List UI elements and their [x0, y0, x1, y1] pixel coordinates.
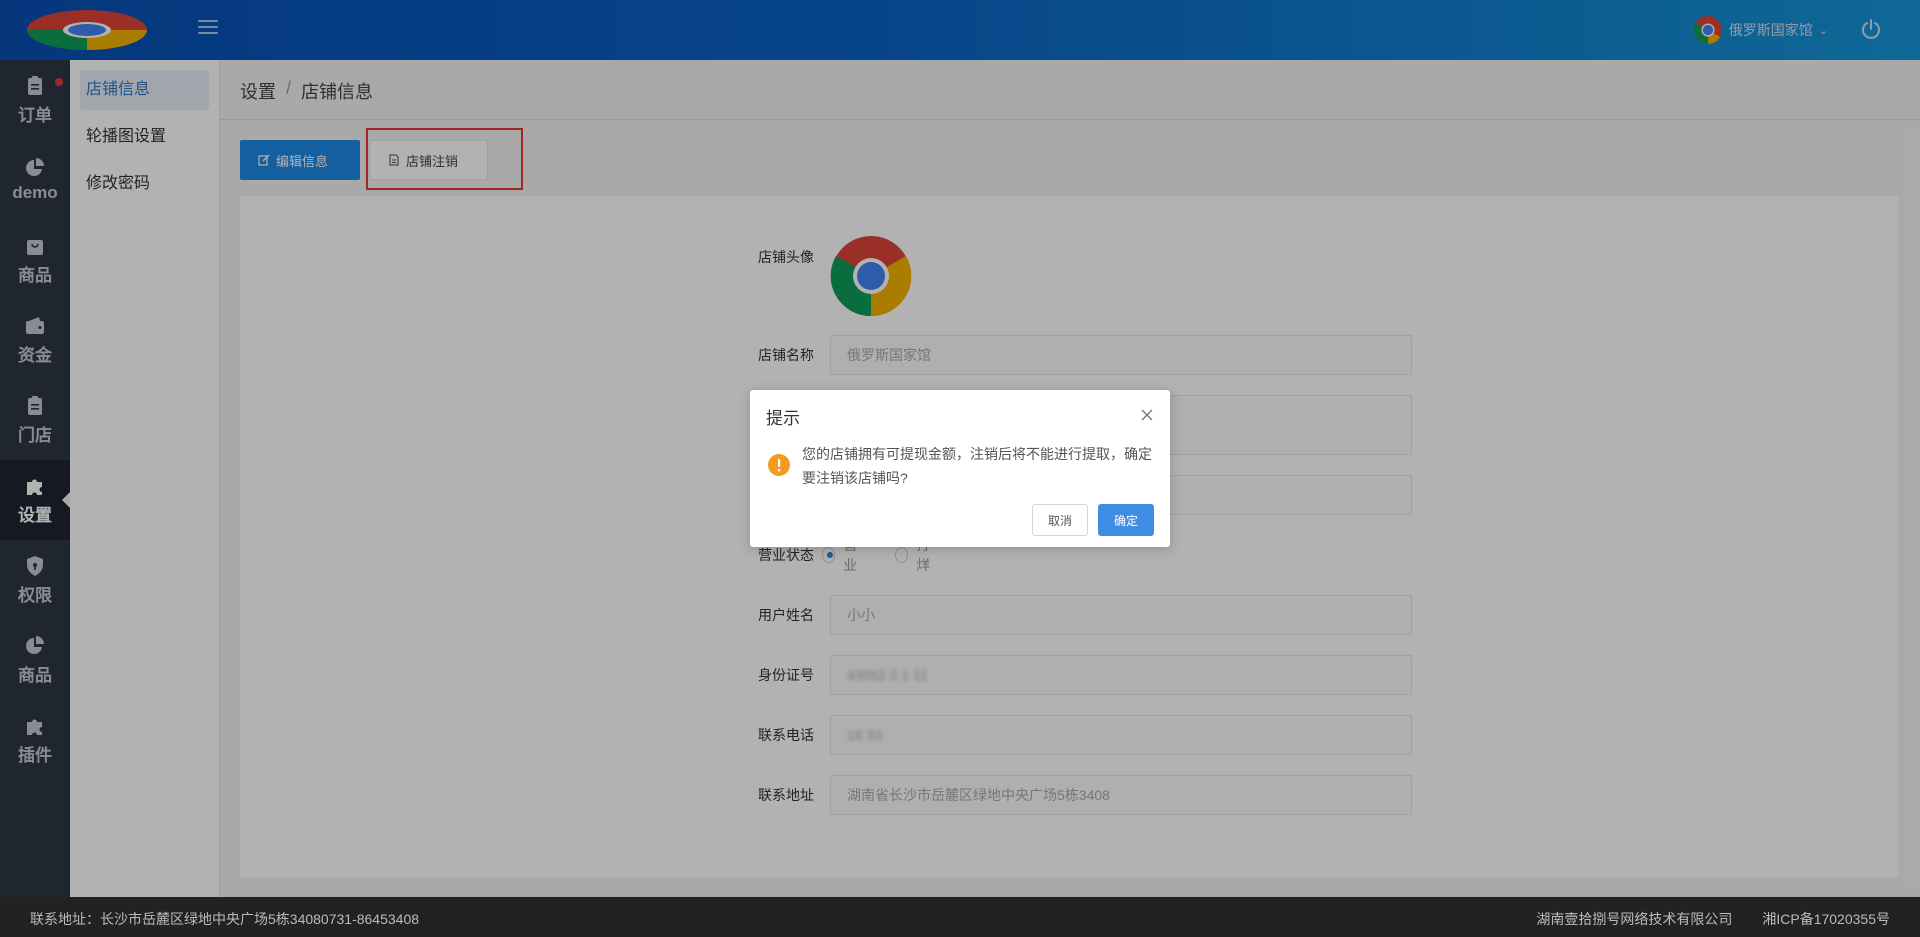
close-icon[interactable]	[1140, 408, 1154, 422]
warning-icon	[768, 454, 790, 476]
footer-company: 湖南壹拾捌号网络技术有限公司	[1536, 911, 1733, 927]
dialog-confirm-button[interactable]: 确定	[1098, 504, 1154, 536]
footer-right: 湖南壹拾捌号网络技术有限公司 湘ICP备17020355号	[1536, 909, 1890, 929]
footer-icp[interactable]: 湘ICP备17020355号	[1762, 909, 1890, 929]
confirm-dialog: 提示 您的店铺拥有可提现金额，注销后将不能进行提取，确定要注销该店铺吗? 取消 …	[750, 390, 1170, 547]
dialog-message: 您的店铺拥有可提现金额，注销后将不能进行提取，确定要注销该店铺吗?	[802, 446, 1152, 486]
dialog-cancel-button[interactable]: 取消	[1032, 504, 1088, 536]
footer-address: 联系地址：长沙市岳麓区绿地中央广场5栋34080731-86453408	[30, 911, 420, 927]
footer: 联系地址：长沙市岳麓区绿地中央广场5栋34080731-86453408 湖南壹…	[0, 897, 1920, 937]
dialog-title: 提示	[766, 409, 800, 428]
